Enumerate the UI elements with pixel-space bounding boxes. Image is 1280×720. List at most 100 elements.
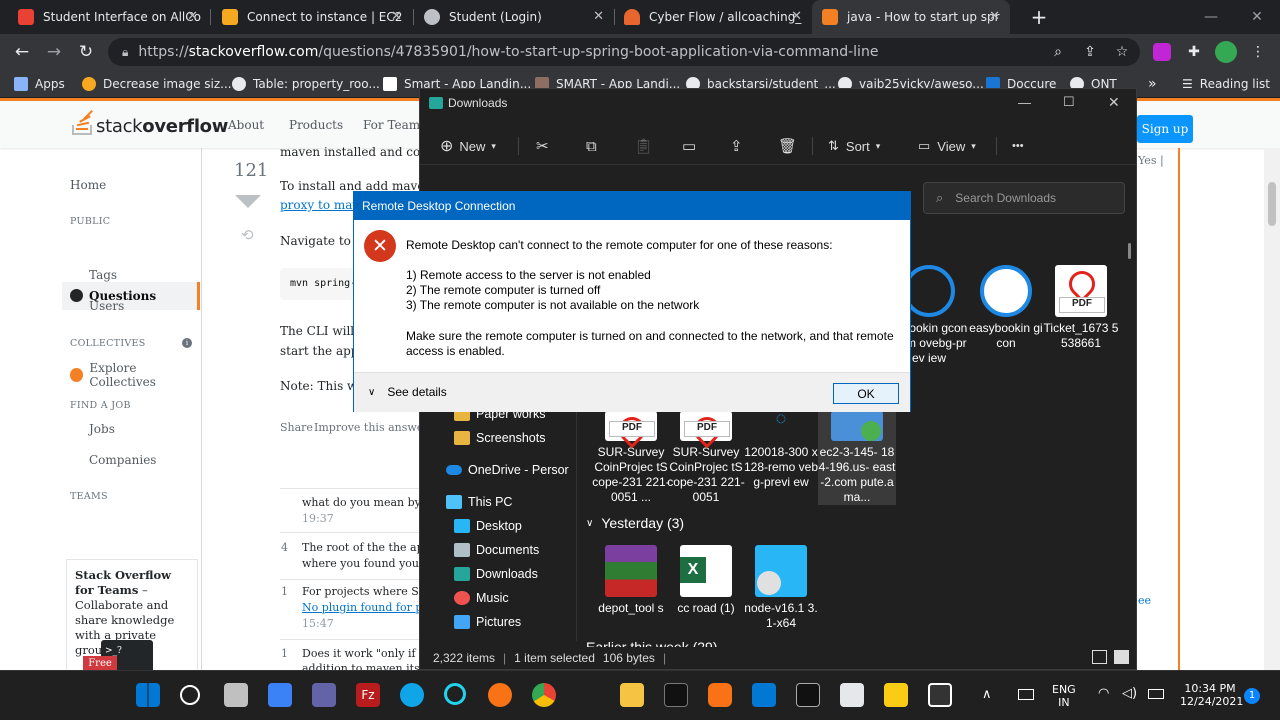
notification-badge[interactable]: 1 — [1244, 688, 1260, 704]
sidebar-item-explore-collectives[interactable]: Explore Collectives — [70, 361, 201, 389]
battery-icon[interactable] — [1148, 689, 1164, 699]
widgets-icon[interactable] — [268, 683, 292, 707]
edge-icon[interactable] — [400, 683, 424, 707]
view-button[interactable]: ▭ View ▾ — [918, 135, 976, 157]
copy-icon[interactable]: ⧉ — [586, 135, 597, 157]
tab-cyber-flow[interactable]: Cyber Flow / allcoaching_ ✕ — [614, 0, 812, 34]
maximize-icon[interactable]: ☐ — [1063, 94, 1075, 110]
nav-for-teams[interactable]: For Teams — [363, 118, 426, 132]
so-logo-text[interactable]: stackoverflow — [96, 116, 228, 137]
file-item[interactable]: Ticket_1673 5538661 — [1042, 265, 1120, 351]
forward-icon[interactable]: → — [42, 40, 66, 64]
url-bar[interactable]: 🔒︎ https://stackoverflow.com/questions/4… — [108, 38, 1140, 66]
zoom-icon[interactable]: ⌕ — [1046, 40, 1070, 64]
close-icon[interactable]: ✕ — [791, 9, 802, 24]
avatar[interactable] — [1215, 41, 1237, 63]
menu-icon[interactable]: ⋮ — [1246, 40, 1270, 64]
task-view-icon[interactable] — [224, 683, 248, 707]
sidebar-item-users[interactable]: Users — [89, 299, 124, 313]
more-options-button[interactable]: ••• — [1012, 135, 1024, 157]
scrollbar-thumb[interactable] — [1128, 243, 1131, 259]
puzzle-icon[interactable]: ✚ — [1182, 40, 1206, 64]
star-icon[interactable]: ☆ — [1110, 40, 1134, 64]
back-icon[interactable]: ← — [10, 40, 34, 64]
tab-connect-instance[interactable]: Connect to instance | EC2 ✕ — [212, 0, 412, 34]
close-icon[interactable]: ✕ — [391, 9, 402, 24]
file-item[interactable]: ◌ 120018-300 x128-remo vebg-previ ew — [742, 409, 820, 490]
terminal-icon[interactable] — [796, 683, 820, 707]
sidebar-item-tags[interactable]: Tags — [89, 268, 117, 282]
file-item[interactable]: depot_tool s — [592, 545, 670, 616]
cut-icon[interactable]: ✂ — [536, 135, 549, 157]
new-tab-button[interactable]: + — [1016, 0, 1062, 34]
wifi-icon[interactable]: ◠ — [1098, 686, 1109, 701]
file-item[interactable]: SUR-Survey CoinProjec tScope-231 221-005… — [592, 411, 670, 505]
sidebar-item-music[interactable]: Music — [454, 591, 509, 605]
language-indicator[interactable]: ENG IN — [1052, 683, 1076, 709]
intellij-icon[interactable] — [664, 683, 688, 707]
rename-icon[interactable]: ▭ — [682, 135, 696, 157]
start-icon[interactable] — [136, 683, 160, 707]
search-input[interactable]: ⌕ Search Downloads — [923, 182, 1125, 214]
filezilla-icon[interactable]: Fz — [356, 683, 380, 707]
answer-link[interactable]: proxy to mav — [280, 198, 359, 212]
sidebar-item-downloads[interactable]: Downloads — [454, 567, 538, 581]
bookmark-table-property[interactable]: Table: property_roo... — [232, 75, 380, 93]
details-view-icon[interactable] — [1092, 650, 1107, 664]
tab-student-login[interactable]: Student (Login) ✕ — [414, 0, 614, 34]
tiles-view-icon[interactable] — [1114, 650, 1129, 664]
ok-button[interactable]: OK — [833, 383, 899, 404]
extension-icon[interactable] — [1153, 43, 1171, 61]
app-icon[interactable] — [928, 683, 952, 707]
nav-about[interactable]: About — [228, 118, 264, 132]
sticky-notes-icon[interactable] — [884, 683, 908, 707]
file-item-selected[interactable]: ec2-3-145- 184-196.us- east-2.com pute.a… — [818, 407, 896, 505]
nav-products[interactable]: Products — [289, 118, 343, 132]
sidebar-item-companies[interactable]: Companies — [89, 453, 156, 467]
close-icon[interactable]: ✕ — [593, 9, 604, 24]
close-icon[interactable]: ✕ — [989, 9, 1000, 24]
close-icon[interactable]: ✕ — [1108, 94, 1120, 111]
group-header-yesterday[interactable]: ∨ Yesterday (3) — [586, 515, 684, 531]
sidebar-item-this-pc[interactable]: This PC — [446, 495, 512, 509]
sidebar-item-desktop[interactable]: Desktop — [454, 519, 522, 533]
minimize-button[interactable]: — — [1188, 0, 1234, 34]
close-window-button[interactable]: ✕ — [1234, 0, 1280, 34]
rdp-icon[interactable] — [840, 683, 864, 707]
keyboard-icon[interactable] — [1018, 689, 1034, 700]
downvote-icon[interactable] — [235, 195, 261, 208]
tab-stackoverflow[interactable]: java - How to start up spr ✕ — [812, 0, 1010, 34]
search-icon[interactable] — [180, 685, 200, 705]
page-scrollbar[interactable] — [1264, 148, 1280, 670]
stackoverflow-logo-icon[interactable] — [72, 110, 93, 137]
signup-button[interactable]: Sign up — [1137, 115, 1193, 143]
file-item[interactable]: SUR-Survey CoinProjec tScope-231 221-005… — [667, 411, 745, 505]
reload-icon[interactable]: ↻ — [74, 40, 98, 64]
folder-icon[interactable] — [620, 683, 644, 707]
tab-student-interface[interactable]: Student Interface on AllCo ✕ — [8, 0, 208, 34]
history-icon[interactable]: ⟲ — [241, 226, 254, 244]
sort-button[interactable]: ⇅ Sort ▾ — [828, 135, 880, 157]
sidebar-item-pictures[interactable]: Pictures — [454, 615, 521, 629]
teams-chat-icon[interactable] — [312, 683, 336, 707]
file-item[interactable]: node-v16.1 3.1-x64 — [742, 545, 820, 631]
minimize-icon[interactable]: — — [1018, 95, 1031, 110]
sidebar-item-questions[interactable]: Questions — [62, 282, 200, 310]
new-button[interactable]: ⊕ New ▾ — [440, 135, 496, 157]
improve-answer-link[interactable]: Improve this answer — [314, 421, 429, 434]
file-item[interactable]: easybookin gicon — [967, 265, 1045, 351]
file-item[interactable]: X cc road (1) — [667, 545, 745, 616]
chrome-icon[interactable] — [532, 683, 556, 707]
paste-icon[interactable]: 📋︎ — [634, 135, 653, 157]
firefox-icon[interactable] — [488, 683, 512, 707]
delete-icon[interactable]: 🗑︎ — [778, 135, 797, 157]
cortana-icon[interactable] — [444, 683, 466, 705]
right-edge-link[interactable]: ee — [1138, 594, 1151, 607]
reading-list-button[interactable]: ☰ Reading list — [1182, 75, 1270, 93]
chevron-up-icon[interactable]: ∧ — [982, 687, 992, 702]
share-icon[interactable]: ⇪ — [1078, 40, 1102, 64]
sidebar-item-onedrive[interactable]: OneDrive - Persor — [446, 463, 569, 477]
clock[interactable]: 10:34 PM 12/24/2021 — [1180, 682, 1243, 708]
share-icon[interactable]: ⇪ — [730, 135, 743, 157]
info-icon[interactable]: i — [182, 338, 192, 348]
